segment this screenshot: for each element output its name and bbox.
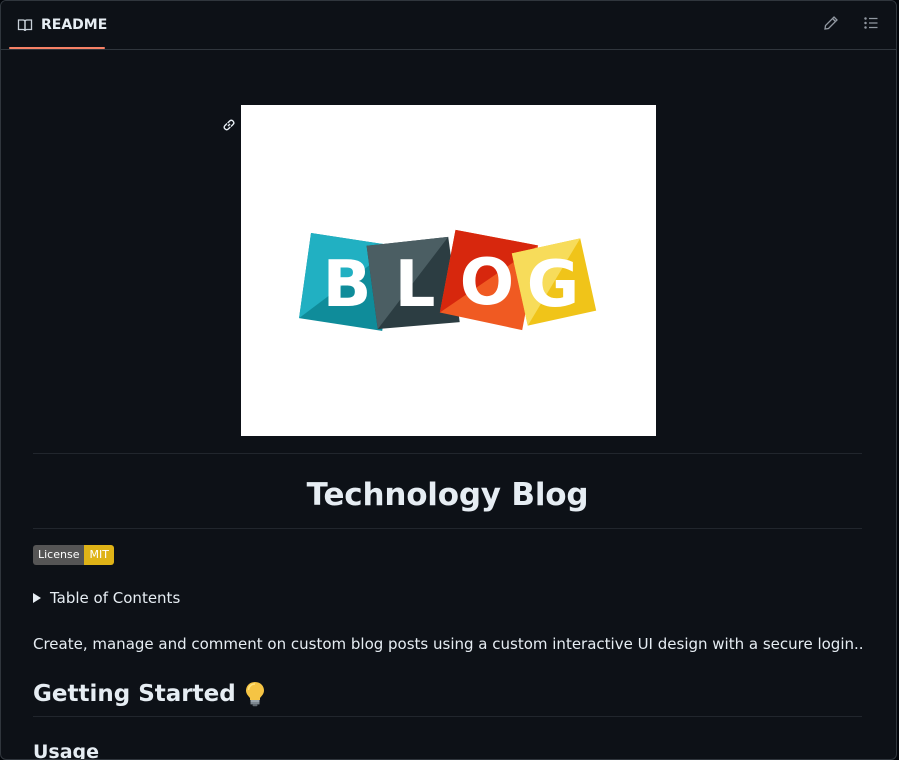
divider: [33, 453, 862, 454]
section-divider: [33, 716, 862, 717]
readme-header: README: [1, 1, 896, 50]
book-icon: [17, 17, 33, 33]
blog-logo-image: B L O G: [241, 105, 656, 436]
hero-letter-g: G: [527, 248, 580, 322]
license-badge[interactable]: License MIT: [33, 545, 114, 565]
link-icon[interactable]: [221, 117, 237, 133]
hero-letter-l: L: [395, 248, 436, 322]
list-icon: [863, 15, 879, 35]
badge-value: MIT: [84, 545, 114, 565]
hero-letter-o: O: [460, 246, 514, 320]
title-divider: [33, 528, 862, 529]
lightbulb-icon: [244, 681, 266, 707]
outline-button[interactable]: [861, 15, 881, 35]
getting-started-heading: Getting Started: [33, 681, 266, 707]
page-title: Technology Blog: [306, 477, 589, 513]
usage-heading: Usage: [33, 741, 100, 760]
readme-panel: README B L O G Technology Blog License M…: [0, 0, 897, 760]
tab-label: README: [41, 16, 108, 33]
badge-label: License: [33, 545, 85, 565]
edit-button[interactable]: [821, 15, 841, 35]
getting-started-label: Getting Started: [33, 681, 236, 707]
description-text: Create, manage and comment on custom blo…: [33, 635, 864, 653]
hero-letter-b: B: [323, 248, 372, 322]
toc-summary-label: Table of Contents: [50, 589, 181, 607]
tab-readme[interactable]: README: [9, 1, 108, 49]
hero-section: B L O G: [33, 105, 863, 453]
active-tab-underline: [9, 47, 105, 49]
disclosure-triangle-icon: [33, 593, 41, 603]
pencil-icon: [823, 15, 839, 35]
toc-summary[interactable]: Table of Contents: [33, 589, 180, 607]
